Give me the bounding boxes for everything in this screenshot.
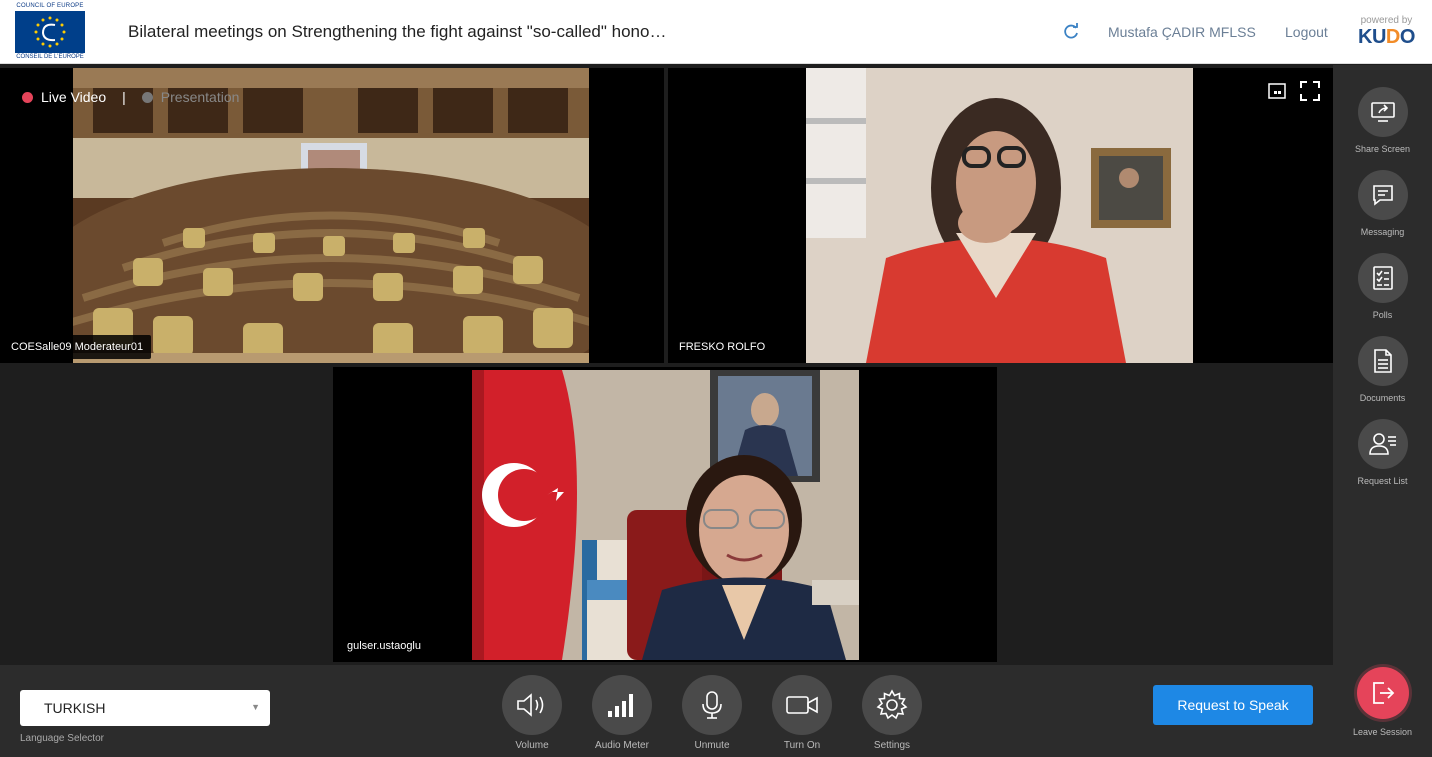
video-tile-gulser[interactable]: gulser.ustaoglu — [333, 367, 997, 662]
video-feed-participant — [806, 68, 1193, 363]
kudo-brand: KUDO — [1358, 26, 1415, 48]
documents-button[interactable]: Documents — [1333, 336, 1432, 403]
header: COUNCIL OF EUROPE CONSEIL DE L'EUROPE Bi… — [0, 0, 1432, 64]
audio-meter-icon — [592, 675, 652, 735]
language-value: TURKISH — [44, 700, 106, 716]
fullscreen-icon[interactable] — [1299, 80, 1321, 102]
microphone-icon — [682, 675, 742, 735]
chevron-down-icon: ▼ — [251, 702, 260, 712]
presentation-tab[interactable]: Presentation — [161, 89, 240, 105]
user-name[interactable]: Mustafa ÇADIR MFLSS — [1108, 24, 1256, 40]
video-grid: Live Video | Presentation COESalle09 Mod… — [0, 65, 1333, 665]
eu-flag-icon — [15, 11, 85, 53]
participant-name-label: gulser.ustaoglu — [339, 634, 429, 658]
language-selector[interactable]: TURKISH ▼ — [20, 690, 270, 726]
council-of-europe-logo: COUNCIL OF EUROPE CONSEIL DE L'EUROPE — [14, 3, 86, 61]
audio-meter-button[interactable]: Audio Meter — [592, 675, 652, 751]
exit-icon — [1356, 667, 1409, 719]
request-list-button[interactable]: Request List — [1333, 419, 1432, 486]
logo-top-text: COUNCIL OF EUROPE — [16, 3, 84, 9]
volume-icon — [502, 675, 562, 735]
right-sidebar: Share Screen Messaging Polls Documents R… — [1333, 65, 1432, 757]
meeting-title: Bilateral meetings on Strengthening the … — [128, 22, 667, 41]
language-selector-label: Language Selector — [20, 733, 104, 744]
participant-name-label: FRESKO ROLFO — [671, 335, 774, 359]
unmute-button[interactable]: Unmute — [682, 675, 742, 751]
camera-button[interactable]: Turn On — [772, 675, 832, 751]
volume-label: Volume — [515, 740, 549, 751]
request-list-label: Request List — [1357, 476, 1408, 486]
bottom-toolbar: TURKISH ▼ Language Selector Volume Audio… — [0, 665, 1333, 757]
video-tile-moderator[interactable]: Live Video | Presentation COESalle09 Mod… — [0, 68, 664, 363]
documents-label: Documents — [1359, 393, 1406, 403]
camera-icon — [772, 675, 832, 735]
share-screen-icon — [1357, 87, 1408, 137]
share-screen-button[interactable]: Share Screen — [1333, 87, 1432, 154]
picture-in-picture-icon[interactable] — [1267, 81, 1287, 101]
request-list-icon — [1357, 419, 1408, 469]
messaging-label: Messaging — [1360, 227, 1405, 237]
settings-label: Settings — [873, 740, 911, 751]
polls-label: Polls — [1372, 310, 1393, 320]
participant-name-label: COESalle09 Moderateur01 — [3, 335, 152, 359]
unmute-label: Unmute — [694, 740, 730, 751]
audio-meter-label: Audio Meter — [595, 740, 649, 751]
messaging-icon — [1357, 170, 1408, 220]
turn-on-label: Turn On — [783, 740, 821, 751]
request-to-speak-button[interactable]: Request to Speak — [1153, 685, 1313, 725]
volume-button[interactable]: Volume — [502, 675, 562, 751]
logo-bottom-text: CONSEIL DE L'EUROPE — [16, 54, 84, 60]
powered-by-text: powered by — [1360, 15, 1413, 26]
leave-session-label: Leave Session — [1352, 727, 1413, 737]
live-video-tab[interactable]: Live Video — [41, 89, 106, 105]
documents-icon — [1357, 336, 1408, 386]
share-screen-label: Share Screen — [1354, 144, 1411, 154]
polls-button[interactable]: Polls — [1333, 253, 1432, 320]
presentation-indicator-icon — [141, 91, 153, 103]
video-mode-toggle[interactable]: Live Video | Presentation — [22, 89, 239, 105]
live-indicator-icon — [22, 91, 33, 103]
messaging-button[interactable]: Messaging — [1333, 170, 1432, 237]
gear-icon — [862, 675, 922, 735]
settings-button[interactable]: Settings — [862, 675, 922, 751]
refresh-icon[interactable] — [1061, 22, 1081, 42]
polls-icon — [1357, 253, 1408, 303]
video-tile-fresko-rolfo[interactable]: FRESKO ROLFO — [668, 68, 1333, 363]
video-feed-conference-room — [31, 68, 631, 363]
mode-separator: | — [122, 89, 126, 105]
logout-link[interactable]: Logout — [1285, 24, 1328, 40]
video-feed-participant — [472, 370, 859, 660]
leave-session-button[interactable]: Leave Session — [1333, 667, 1432, 737]
kudo-logo: powered by KUDO — [1358, 15, 1415, 48]
